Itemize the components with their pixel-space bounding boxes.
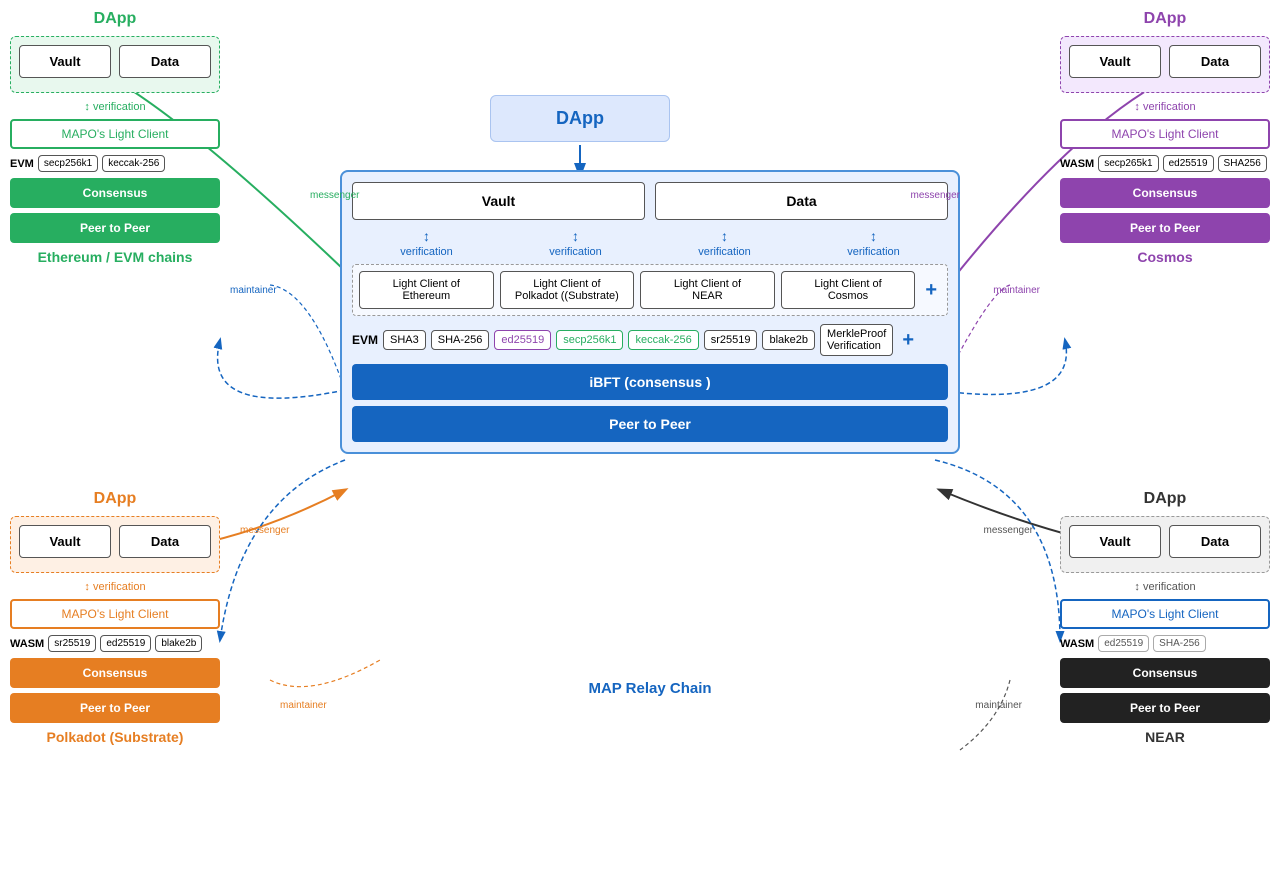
cosmos-messenger-label: messenger bbox=[911, 190, 960, 201]
dot-vault: Vault bbox=[19, 525, 111, 558]
eth-maintainer-label: maintainer bbox=[230, 285, 277, 296]
eth-data: Data bbox=[119, 45, 211, 78]
dot-light-client: MAPO's Light Client bbox=[10, 599, 220, 629]
cosmos-tag-ed25519: ed25519 bbox=[1163, 155, 1214, 172]
near-vault: Vault bbox=[1069, 525, 1161, 558]
p2p-bar: Peer to Peer bbox=[352, 406, 948, 442]
polkadot-section: DApp Vault Data ↕ verification MAPO's Li… bbox=[10, 490, 220, 745]
near-messenger-label: messenger bbox=[984, 525, 1033, 536]
evm-label: EVM bbox=[352, 333, 378, 347]
verif-label-1: verification bbox=[400, 246, 453, 258]
verif-arrow-1: ↕ bbox=[423, 228, 430, 244]
dot-dapp-label: DApp bbox=[10, 490, 220, 508]
cosmos-tag-sha256: SHA256 bbox=[1218, 155, 1267, 172]
cosmos-chain-label: Cosmos bbox=[1060, 249, 1270, 265]
verif-label-4: verification bbox=[847, 246, 900, 258]
evm-tag-secp256k1: secp256k1 bbox=[556, 330, 623, 350]
dot-chain-label: Polkadot (Substrate) bbox=[10, 729, 220, 745]
map-relay-chain: Vault Data ↕ verification ↕ verification… bbox=[340, 170, 960, 454]
center-dapp-label: DApp bbox=[556, 108, 604, 128]
near-light-client: MAPO's Light Client bbox=[1060, 599, 1270, 629]
dot-wasm-label: WASM bbox=[10, 638, 44, 650]
eth-consensus: Consensus bbox=[10, 178, 220, 208]
cosmos-wasm-label: WASM bbox=[1060, 158, 1094, 170]
dot-data: Data bbox=[119, 525, 211, 558]
near-tag-ed25519: ed25519 bbox=[1098, 635, 1149, 652]
eth-tag-secp: secp256k1 bbox=[38, 155, 98, 172]
cosmos-light-client: MAPO's Light Client bbox=[1060, 119, 1270, 149]
ethereum-section: DApp Vault Data ↕ verification MAPO's Li… bbox=[10, 10, 220, 265]
dot-consensus: Consensus bbox=[10, 658, 220, 688]
near-wasm-label: WASM bbox=[1060, 638, 1094, 650]
verif-arrow-3: ↕ bbox=[721, 228, 728, 244]
near-maintainer-label: maintainer bbox=[975, 700, 1022, 711]
cosmos-card: Vault Data bbox=[1060, 36, 1270, 93]
dot-p2p: Peer to Peer bbox=[10, 693, 220, 723]
near-tag-sha256: SHA-256 bbox=[1153, 635, 1206, 652]
lc-polkadot: Light Client ofPolkadot ((Substrate) bbox=[500, 271, 635, 309]
center-vault: Vault bbox=[352, 182, 645, 220]
map-relay-label: MAP Relay Chain bbox=[340, 680, 960, 697]
cosmos-section: DApp Vault Data ↕ verification MAPO's Li… bbox=[1060, 10, 1270, 265]
cosmos-consensus: Consensus bbox=[1060, 178, 1270, 208]
eth-light-client: MAPO's Light Client bbox=[10, 119, 220, 149]
evm-tag-ed25519: ed25519 bbox=[494, 330, 551, 350]
lc-cosmos: Light Client ofCosmos bbox=[781, 271, 916, 309]
eth-vault: Vault bbox=[19, 45, 111, 78]
cosmos-data: Data bbox=[1169, 45, 1261, 78]
evm-tag-blake2b: blake2b bbox=[762, 330, 815, 350]
near-chain-label: NEAR bbox=[1060, 729, 1270, 745]
verif-label-2: verification bbox=[549, 246, 602, 258]
near-card: Vault Data bbox=[1060, 516, 1270, 573]
evm-tag-sha256: SHA-256 bbox=[431, 330, 490, 350]
evm-tag-sha3: SHA3 bbox=[383, 330, 426, 350]
add-light-client-button[interactable]: + bbox=[921, 271, 941, 309]
verif-arrow-2: ↕ bbox=[572, 228, 579, 244]
cosmos-p2p: Peer to Peer bbox=[1060, 213, 1270, 243]
near-verification: ↕ verification bbox=[1060, 581, 1270, 593]
lc-ethereum: Light Client ofEthereum bbox=[359, 271, 494, 309]
add-evm-tag-button[interactable]: + bbox=[898, 329, 918, 352]
eth-verification: ↕ verification bbox=[10, 101, 220, 113]
eth-evm-label: EVM bbox=[10, 158, 34, 170]
cosmos-vault: Vault bbox=[1069, 45, 1161, 78]
eth-tag-keccak: keccak-256 bbox=[102, 155, 165, 172]
dot-card: Vault Data bbox=[10, 516, 220, 573]
cosmos-dapp-label: DApp bbox=[1060, 10, 1270, 28]
near-section: DApp Vault Data ↕ verification MAPO's Li… bbox=[1060, 490, 1270, 745]
cosmos-verification: ↕ verification bbox=[1060, 101, 1270, 113]
center-data: Data bbox=[655, 182, 948, 220]
center-dapp-box: DApp bbox=[490, 95, 670, 142]
verif-arrow-4: ↕ bbox=[870, 228, 877, 244]
eth-dapp-label: DApp bbox=[10, 10, 220, 28]
dot-verification: ↕ verification bbox=[10, 581, 220, 593]
ibft-bar: iBFT (consensus ) bbox=[352, 364, 948, 400]
eth-card: Vault Data bbox=[10, 36, 220, 93]
diagram-container: DApp Vault Data ↕ verification ↕ verific… bbox=[0, 0, 1280, 889]
near-p2p: Peer to Peer bbox=[1060, 693, 1270, 723]
evm-tag-keccak: keccak-256 bbox=[628, 330, 698, 350]
dot-tag-sr25519: sr25519 bbox=[48, 635, 96, 652]
evm-tag-sr25519: sr25519 bbox=[704, 330, 758, 350]
near-data: Data bbox=[1169, 525, 1261, 558]
evm-tag-merkle: MerkleProofVerification bbox=[820, 324, 893, 356]
dot-tag-ed25519: ed25519 bbox=[100, 635, 151, 652]
dot-tag-blake2b: blake2b bbox=[155, 635, 202, 652]
eth-p2p: Peer to Peer bbox=[10, 213, 220, 243]
verif-label-3: verification bbox=[698, 246, 751, 258]
cosmos-tag-secp: secp265k1 bbox=[1098, 155, 1158, 172]
dot-maintainer-label: maintainer bbox=[280, 700, 327, 711]
dot-messenger-label: messenger bbox=[240, 525, 289, 536]
lc-near: Light Client ofNEAR bbox=[640, 271, 775, 309]
eth-messenger-label: messenger bbox=[310, 190, 359, 201]
near-dapp-label: DApp bbox=[1060, 490, 1270, 508]
eth-chain-label: Ethereum / EVM chains bbox=[10, 249, 220, 265]
near-consensus: Consensus bbox=[1060, 658, 1270, 688]
cosmos-maintainer-label: maintainer bbox=[993, 285, 1040, 296]
